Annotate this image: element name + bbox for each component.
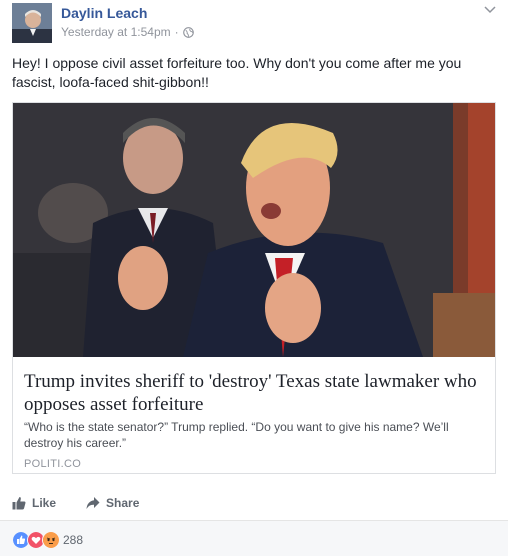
author-name[interactable]: Daylin Leach bbox=[61, 5, 147, 21]
post-timestamp[interactable]: Yesterday at 1:54pm bbox=[61, 25, 171, 39]
post-message: Hey! I oppose civil asset forfeiture too… bbox=[12, 55, 462, 90]
reactions-bar: 288 bbox=[0, 520, 508, 556]
like-button[interactable]: Like bbox=[12, 496, 56, 510]
post-meta: Yesterday at 1:54pm · bbox=[61, 25, 194, 39]
share-arrow-icon bbox=[86, 497, 100, 509]
author-avatar[interactable] bbox=[12, 3, 52, 43]
reaction-icons[interactable] bbox=[12, 531, 60, 549]
globe-icon[interactable] bbox=[182, 26, 194, 38]
share-button[interactable]: Share bbox=[86, 496, 139, 510]
link-preview-text[interactable]: Trump invites sheriff to 'destroy' Texas… bbox=[13, 357, 495, 473]
link-title[interactable]: Trump invites sheriff to 'destroy' Texas… bbox=[24, 370, 484, 416]
share-label: Share bbox=[106, 496, 140, 510]
link-source-domain: POLITI.CO bbox=[24, 458, 82, 470]
chevron-down-icon[interactable] bbox=[484, 6, 496, 14]
angry-reaction-icon bbox=[42, 531, 60, 549]
reaction-count[interactable]: 288 bbox=[63, 533, 83, 547]
link-description: “Who is the state senator?” Trump replie… bbox=[24, 420, 449, 450]
link-preview-card[interactable]: Trump invites sheriff to 'destroy' Texas… bbox=[12, 102, 496, 474]
post-actions: Like Share bbox=[12, 496, 139, 510]
thumbs-up-icon bbox=[12, 497, 26, 510]
facebook-post: Daylin Leach Yesterday at 1:54pm · Hey! … bbox=[0, 0, 508, 556]
like-label: Like bbox=[32, 496, 57, 510]
meta-separator: · bbox=[174, 25, 179, 39]
link-preview-image[interactable] bbox=[13, 103, 495, 357]
